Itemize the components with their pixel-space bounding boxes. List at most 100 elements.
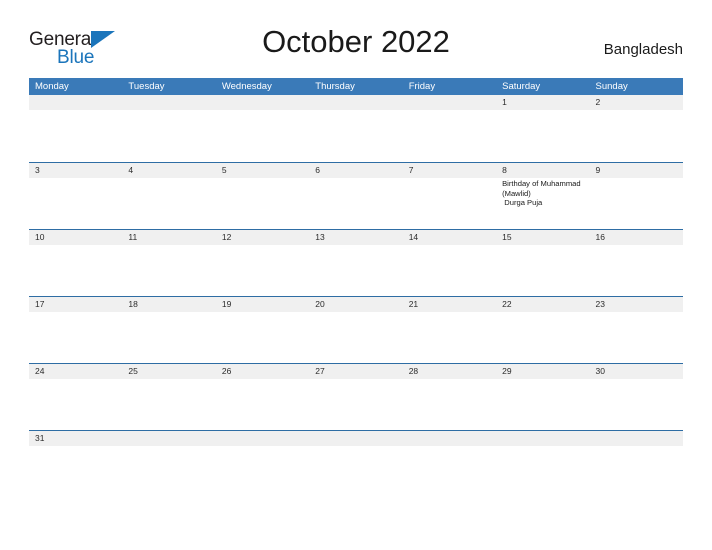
day-number-empty: [403, 431, 496, 446]
event-band: Birthday of Muhammad (Mawlid) Durga Puja: [29, 178, 683, 228]
day-number-31[interactable]: 31: [29, 431, 122, 446]
day-number-empty: [590, 431, 683, 446]
day-number-26[interactable]: 26: [216, 364, 309, 379]
day-number-2[interactable]: 2: [590, 95, 683, 110]
day-cell-12[interactable]: [216, 245, 309, 295]
day-cell-2[interactable]: [590, 110, 683, 160]
page-title: October 2022: [262, 24, 450, 59]
day-number-22[interactable]: 22: [496, 297, 589, 312]
day-number-empty: [309, 95, 402, 110]
day-number-9[interactable]: 9: [590, 163, 683, 178]
day-cell-empty: [122, 446, 215, 470]
date-number-band: 31: [29, 431, 683, 446]
day-cell-8[interactable]: Birthday of Muhammad (Mawlid) Durga Puja: [496, 178, 589, 228]
date-number-band: 3456789: [29, 163, 683, 178]
day-number-empty: [216, 95, 309, 110]
day-number-18[interactable]: 18: [122, 297, 215, 312]
day-number-30[interactable]: 30: [590, 364, 683, 379]
day-cell-27[interactable]: [309, 379, 402, 429]
day-cell-9[interactable]: [590, 178, 683, 228]
event-band: [29, 446, 683, 470]
day-number-29[interactable]: 29: [496, 364, 589, 379]
day-cell-empty: [403, 446, 496, 470]
day-cell-6[interactable]: [309, 178, 402, 228]
event-band: [29, 312, 683, 362]
day-cell-11[interactable]: [122, 245, 215, 295]
weekday-header-friday: Friday: [408, 81, 436, 92]
day-cell-15[interactable]: [496, 245, 589, 295]
day-cell-18[interactable]: [122, 312, 215, 362]
day-cell-10[interactable]: [29, 245, 122, 295]
day-number-28[interactable]: 28: [403, 364, 496, 379]
day-cell-empty: [29, 110, 122, 160]
event-label: Birthday of Muhammad (Mawlid): [502, 179, 583, 198]
day-cell-empty: [403, 110, 496, 160]
day-number-14[interactable]: 14: [403, 230, 496, 245]
day-number-17[interactable]: 17: [29, 297, 122, 312]
day-number-13[interactable]: 13: [309, 230, 402, 245]
calendar-week-row: 17 18 19 20 21 22 23: [29, 296, 683, 363]
day-cell-22[interactable]: [496, 312, 589, 362]
date-number-band: 24 25 26 27 28 29 30: [29, 364, 683, 379]
day-cell-24[interactable]: [29, 379, 122, 429]
day-cell-5[interactable]: [216, 178, 309, 228]
day-number-25[interactable]: 25: [122, 364, 215, 379]
day-cell-26[interactable]: [216, 379, 309, 429]
calendar-weeks: 1 2 3 4 5 6 7 8 9 Birthday of Muhammad (Mawlid) D…: [29, 95, 683, 470]
day-number-4[interactable]: 4: [122, 163, 215, 178]
day-number-empty: [122, 431, 215, 446]
date-number-band: 17 18 19 20 21 22 23: [29, 297, 683, 312]
date-number-band: 12: [29, 95, 683, 110]
day-number-12[interactable]: 12: [216, 230, 309, 245]
day-number-1[interactable]: 1: [496, 95, 589, 110]
day-number-15[interactable]: 15: [496, 230, 589, 245]
day-number-empty: [122, 95, 215, 110]
calendar-week-row: 3 4 5 6 7 8 9 Birthday of Muhammad (Mawlid) Dur…: [29, 162, 683, 229]
day-number-24[interactable]: 24: [29, 364, 122, 379]
day-cell-empty: [216, 446, 309, 470]
day-number-10[interactable]: 10: [29, 230, 122, 245]
weekday-header-wednesday: Wednesday: [221, 81, 272, 92]
day-number-19[interactable]: 19: [216, 297, 309, 312]
day-cell-empty: [496, 446, 589, 470]
day-cell-17[interactable]: [29, 312, 122, 362]
day-number-27[interactable]: 27: [309, 364, 402, 379]
day-cell-28[interactable]: [403, 379, 496, 429]
day-number-3[interactable]: 3: [29, 163, 122, 178]
day-number-8[interactable]: 8: [496, 163, 589, 178]
day-number-7[interactable]: 7: [403, 163, 496, 178]
day-cell-30[interactable]: [590, 379, 683, 429]
weekday-header-row: Monday Tuesday Wednesday Thursday Friday Satu…: [29, 78, 683, 95]
day-cell-1[interactable]: [496, 110, 589, 160]
day-cell-empty: [309, 446, 402, 470]
day-cell-14[interactable]: [403, 245, 496, 295]
day-cell-3[interactable]: [29, 178, 122, 228]
day-cell-21[interactable]: [403, 312, 496, 362]
day-cell-empty: [590, 446, 683, 470]
day-cell-31[interactable]: [29, 446, 122, 470]
weekday-header-sunday: Sunday: [595, 81, 628, 92]
day-number-5[interactable]: 5: [216, 163, 309, 178]
day-cell-20[interactable]: [309, 312, 402, 362]
country-label: Bangladesh: [603, 41, 683, 58]
day-cell-7[interactable]: [403, 178, 496, 228]
day-number-11[interactable]: 11: [122, 230, 215, 245]
day-cell-16[interactable]: [590, 245, 683, 295]
day-cell-25[interactable]: [122, 379, 215, 429]
date-number-band: 10 11 12 13 14 15 16: [29, 230, 683, 245]
day-cell-29[interactable]: [496, 379, 589, 429]
day-number-empty: [309, 431, 402, 446]
day-cell-4[interactable]: [122, 178, 215, 228]
day-number-16[interactable]: 16: [590, 230, 683, 245]
day-number-6[interactable]: 6: [309, 163, 402, 178]
day-number-23[interactable]: 23: [590, 297, 683, 312]
day-cell-13[interactable]: [309, 245, 402, 295]
event-band: [29, 379, 683, 429]
day-cell-19[interactable]: [216, 312, 309, 362]
calendar-week-row: 10 11 12 13 14 15 16: [29, 229, 683, 296]
calendar-grid: Monday Tuesday Wednesday Thursday Friday Satu…: [29, 78, 683, 470]
calendar-week-row: 31: [29, 430, 683, 470]
day-number-21[interactable]: 21: [403, 297, 496, 312]
day-number-20[interactable]: 20: [309, 297, 402, 312]
day-cell-23[interactable]: [590, 312, 683, 362]
